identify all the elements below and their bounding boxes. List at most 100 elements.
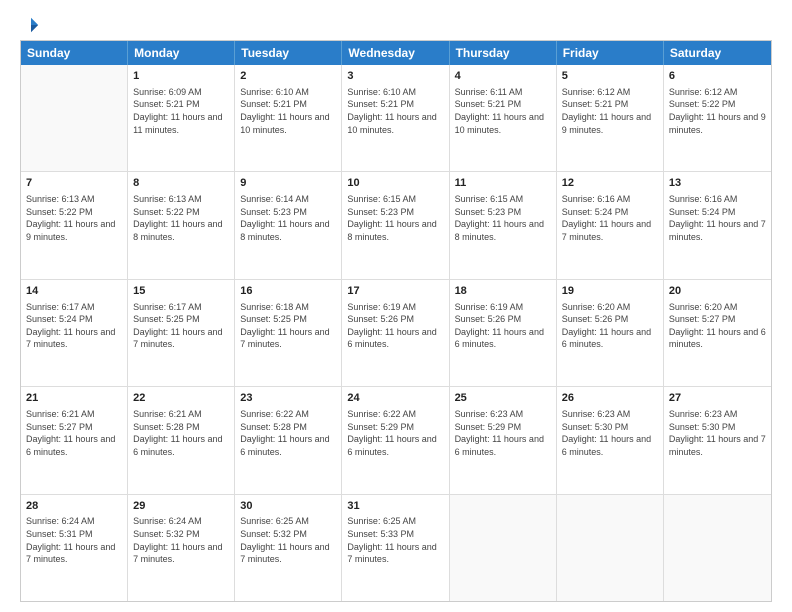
day-header-wednesday: Wednesday bbox=[342, 41, 449, 65]
cell-info: Sunrise: 6:11 AM Sunset: 5:21 PM Dayligh… bbox=[455, 86, 551, 136]
cell-info: Sunrise: 6:09 AM Sunset: 5:21 PM Dayligh… bbox=[133, 86, 229, 136]
cell-info: Sunrise: 6:16 AM Sunset: 5:24 PM Dayligh… bbox=[669, 193, 766, 243]
cal-cell bbox=[664, 495, 771, 601]
cell-info: Sunrise: 6:23 AM Sunset: 5:29 PM Dayligh… bbox=[455, 408, 551, 458]
cell-info: Sunrise: 6:20 AM Sunset: 5:26 PM Dayligh… bbox=[562, 301, 658, 351]
cal-cell: 13 Sunrise: 6:16 AM Sunset: 5:24 PM Dayli… bbox=[664, 172, 771, 278]
cal-cell: 28Sunrise: 6:24 AM Sunset: 5:31 PM Dayli… bbox=[21, 495, 128, 601]
page: SundayMondayTuesdayWednesdayThursdayFrid… bbox=[0, 0, 792, 612]
cell-info: Sunrise: 6:25 AM Sunset: 5:33 PM Dayligh… bbox=[347, 515, 443, 565]
cell-date: 28 bbox=[26, 499, 122, 514]
cell-date: 22 bbox=[133, 391, 229, 406]
cell-date: 24 bbox=[347, 391, 443, 406]
cal-cell: 24 Sunrise: 6:22 AM Sunset: 5:29 PM Dayli… bbox=[342, 387, 449, 493]
cal-cell: 21Sunrise: 6:21 AM Sunset: 5:27 PM Dayli… bbox=[21, 387, 128, 493]
cal-cell: 30Sunrise: 6:25 AM Sunset: 5:32 PM Dayli… bbox=[235, 495, 342, 601]
cell-date: 31 bbox=[347, 499, 443, 514]
cal-cell: 5Sunrise: 6:12 AM Sunset: 5:21 PM Daylig… bbox=[557, 65, 664, 171]
cal-cell: 27 Sunrise: 6:23 AM Sunset: 5:30 PM Dayli… bbox=[664, 387, 771, 493]
cell-date: 3 bbox=[347, 69, 443, 84]
logo-icon bbox=[22, 16, 40, 34]
cal-cell: 22 Sunrise: 6:21 AM Sunset: 5:28 PM Dayli… bbox=[128, 387, 235, 493]
cell-info: Sunrise: 6:23 AM Sunset: 5:30 PM Dayligh… bbox=[669, 408, 766, 458]
cell-info: Sunrise: 6:10 AM Sunset: 5:21 PM Dayligh… bbox=[347, 86, 443, 136]
cal-cell bbox=[21, 65, 128, 171]
day-header-thursday: Thursday bbox=[450, 41, 557, 65]
cell-date: 14 bbox=[26, 284, 122, 299]
cal-cell: 23 Sunrise: 6:22 AM Sunset: 5:28 PM Dayli… bbox=[235, 387, 342, 493]
cal-row-3: 21Sunrise: 6:21 AM Sunset: 5:27 PM Dayli… bbox=[21, 387, 771, 494]
cal-cell: 15 Sunrise: 6:17 AM Sunset: 5:25 PM Dayli… bbox=[128, 280, 235, 386]
cell-info: Sunrise: 6:19 AM Sunset: 5:26 PM Dayligh… bbox=[455, 301, 551, 351]
cal-cell: 17 Sunrise: 6:19 AM Sunset: 5:26 PM Dayli… bbox=[342, 280, 449, 386]
cell-date: 23 bbox=[240, 391, 336, 406]
cal-cell bbox=[557, 495, 664, 601]
cell-date: 12 bbox=[562, 176, 658, 191]
cell-date: 26 bbox=[562, 391, 658, 406]
cell-date: 17 bbox=[347, 284, 443, 299]
cell-info: Sunrise: 6:10 AM Sunset: 5:21 PM Dayligh… bbox=[240, 86, 336, 136]
cell-info: Sunrise: 6:17 AM Sunset: 5:25 PM Dayligh… bbox=[133, 301, 229, 351]
cell-date: 4 bbox=[455, 69, 551, 84]
cal-cell: 31Sunrise: 6:25 AM Sunset: 5:33 PM Dayli… bbox=[342, 495, 449, 601]
calendar-body: 1 Sunrise: 6:09 AM Sunset: 5:21 PM Daylig… bbox=[21, 65, 771, 601]
cell-date: 7 bbox=[26, 176, 122, 191]
cal-cell: 29Sunrise: 6:24 AM Sunset: 5:32 PM Dayli… bbox=[128, 495, 235, 601]
day-header-monday: Monday bbox=[128, 41, 235, 65]
cell-date: 1 bbox=[133, 69, 229, 84]
cell-date: 19 bbox=[562, 284, 658, 299]
cal-cell: 20 Sunrise: 6:20 AM Sunset: 5:27 PM Dayli… bbox=[664, 280, 771, 386]
calendar: SundayMondayTuesdayWednesdayThursdayFrid… bbox=[20, 40, 772, 602]
cal-cell: 4 Sunrise: 6:11 AM Sunset: 5:21 PM Daylig… bbox=[450, 65, 557, 171]
cal-cell: 9Sunrise: 6:14 AM Sunset: 5:23 PM Daylig… bbox=[235, 172, 342, 278]
cell-date: 15 bbox=[133, 284, 229, 299]
cal-cell: 8Sunrise: 6:13 AM Sunset: 5:22 PM Daylig… bbox=[128, 172, 235, 278]
cal-row-0: 1 Sunrise: 6:09 AM Sunset: 5:21 PM Daylig… bbox=[21, 65, 771, 172]
cell-info: Sunrise: 6:14 AM Sunset: 5:23 PM Dayligh… bbox=[240, 193, 336, 243]
cell-date: 11 bbox=[455, 176, 551, 191]
cal-cell: 11 Sunrise: 6:15 AM Sunset: 5:23 PM Dayli… bbox=[450, 172, 557, 278]
cell-date: 25 bbox=[455, 391, 551, 406]
cal-cell: 16 Sunrise: 6:18 AM Sunset: 5:25 PM Dayli… bbox=[235, 280, 342, 386]
cal-row-1: 7 Sunrise: 6:13 AM Sunset: 5:22 PM Daylig… bbox=[21, 172, 771, 279]
cal-cell: 3 Sunrise: 6:10 AM Sunset: 5:21 PM Daylig… bbox=[342, 65, 449, 171]
cell-info: Sunrise: 6:19 AM Sunset: 5:26 PM Dayligh… bbox=[347, 301, 443, 351]
cell-info: Sunrise: 6:23 AM Sunset: 5:30 PM Dayligh… bbox=[562, 408, 658, 458]
cell-info: Sunrise: 6:12 AM Sunset: 5:21 PM Dayligh… bbox=[562, 86, 658, 136]
cell-info: Sunrise: 6:25 AM Sunset: 5:32 PM Dayligh… bbox=[240, 515, 336, 565]
day-header-friday: Friday bbox=[557, 41, 664, 65]
day-header-sunday: Sunday bbox=[21, 41, 128, 65]
cell-info: Sunrise: 6:24 AM Sunset: 5:31 PM Dayligh… bbox=[26, 515, 122, 565]
cell-info: Sunrise: 6:22 AM Sunset: 5:29 PM Dayligh… bbox=[347, 408, 443, 458]
cell-info: Sunrise: 6:18 AM Sunset: 5:25 PM Dayligh… bbox=[240, 301, 336, 351]
cal-cell: 1 Sunrise: 6:09 AM Sunset: 5:21 PM Daylig… bbox=[128, 65, 235, 171]
day-header-saturday: Saturday bbox=[664, 41, 771, 65]
cell-date: 16 bbox=[240, 284, 336, 299]
cal-cell bbox=[450, 495, 557, 601]
cal-cell: 18 Sunrise: 6:19 AM Sunset: 5:26 PM Dayli… bbox=[450, 280, 557, 386]
cell-info: Sunrise: 6:21 AM Sunset: 5:28 PM Dayligh… bbox=[133, 408, 229, 458]
cal-cell: 19 Sunrise: 6:20 AM Sunset: 5:26 PM Dayli… bbox=[557, 280, 664, 386]
cell-date: 8 bbox=[133, 176, 229, 191]
cell-info: Sunrise: 6:21 AM Sunset: 5:27 PM Dayligh… bbox=[26, 408, 122, 458]
cell-date: 29 bbox=[133, 499, 229, 514]
cell-info: Sunrise: 6:12 AM Sunset: 5:22 PM Dayligh… bbox=[669, 86, 766, 136]
logo bbox=[20, 16, 40, 30]
cell-date: 30 bbox=[240, 499, 336, 514]
cell-info: Sunrise: 6:15 AM Sunset: 5:23 PM Dayligh… bbox=[455, 193, 551, 243]
cell-info: Sunrise: 6:22 AM Sunset: 5:28 PM Dayligh… bbox=[240, 408, 336, 458]
cell-date: 20 bbox=[669, 284, 766, 299]
cell-date: 13 bbox=[669, 176, 766, 191]
cell-date: 10 bbox=[347, 176, 443, 191]
cal-cell: 10 Sunrise: 6:15 AM Sunset: 5:23 PM Dayli… bbox=[342, 172, 449, 278]
cell-info: Sunrise: 6:15 AM Sunset: 5:23 PM Dayligh… bbox=[347, 193, 443, 243]
cell-date: 27 bbox=[669, 391, 766, 406]
cell-info: Sunrise: 6:16 AM Sunset: 5:24 PM Dayligh… bbox=[562, 193, 658, 243]
day-header-tuesday: Tuesday bbox=[235, 41, 342, 65]
day-headers: SundayMondayTuesdayWednesdayThursdayFrid… bbox=[21, 41, 771, 65]
cell-info: Sunrise: 6:20 AM Sunset: 5:27 PM Dayligh… bbox=[669, 301, 766, 351]
cell-info: Sunrise: 6:13 AM Sunset: 5:22 PM Dayligh… bbox=[26, 193, 122, 243]
cal-row-4: 28Sunrise: 6:24 AM Sunset: 5:31 PM Dayli… bbox=[21, 495, 771, 601]
cal-cell: 6Sunrise: 6:12 AM Sunset: 5:22 PM Daylig… bbox=[664, 65, 771, 171]
cell-date: 18 bbox=[455, 284, 551, 299]
